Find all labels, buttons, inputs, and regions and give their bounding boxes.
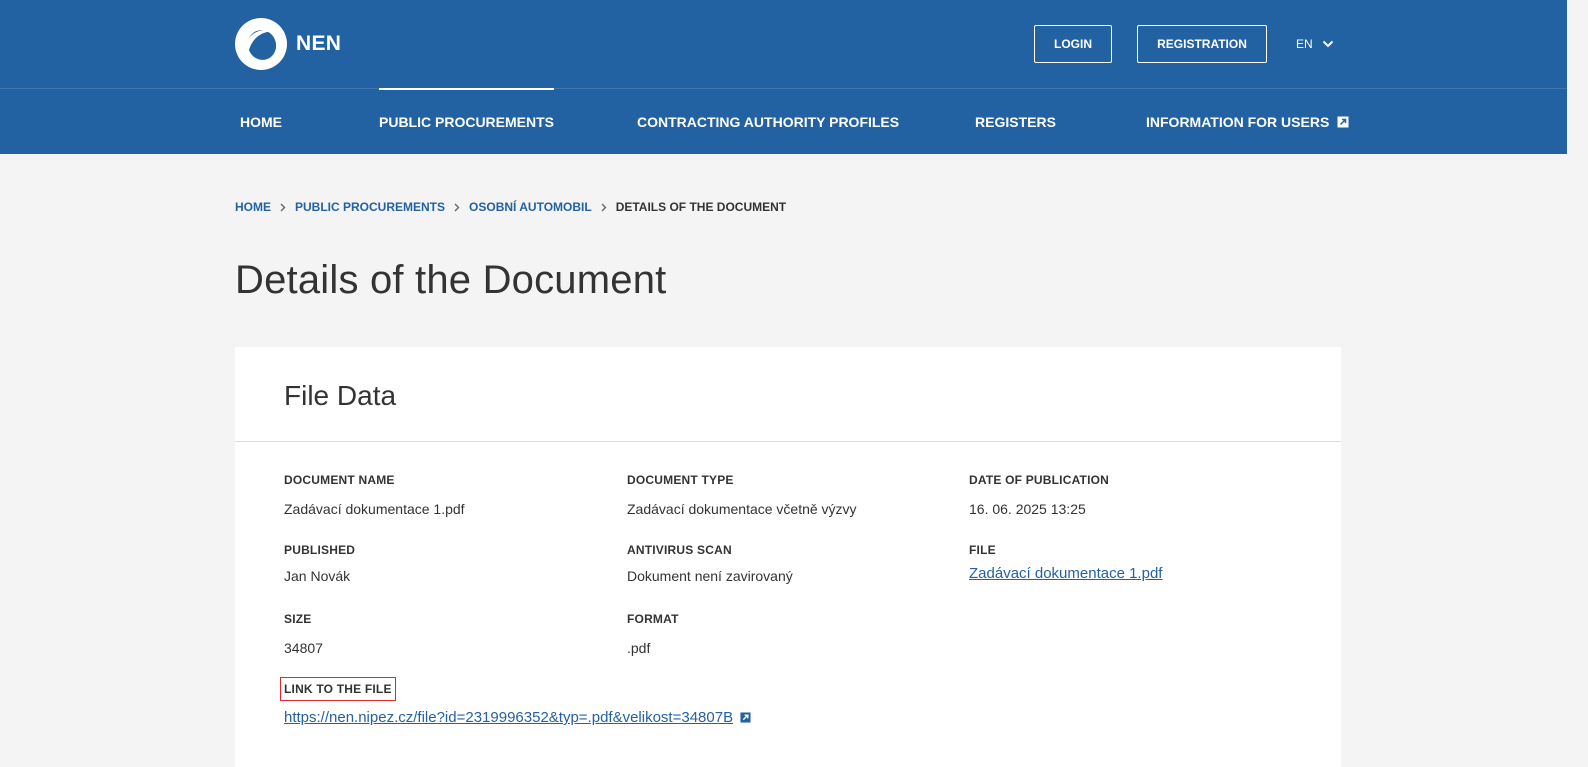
field-date-of-publication: DATE OF PUBLICATION 16. 06. 2025 13:25: [969, 473, 1109, 517]
breadcrumb-current: DETAILS OF THE DOCUMENT: [615, 200, 787, 214]
breadcrumb-osobni-automobil[interactable]: OSOBNÍ AUTOMOBIL: [469, 200, 592, 214]
nav-item-registers[interactable]: REGISTERS: [975, 89, 1056, 154]
breadcrumb: HOME PUBLIC PROCUREMENTS OSOBNÍ AUTOMOBI…: [235, 200, 786, 214]
top-bar: NEN LOGIN REGISTRATION EN: [0, 0, 1567, 89]
file-download-link[interactable]: Zadávací dokumentace 1.pdf: [969, 565, 1162, 582]
field-value: Dokument není zavirovaný: [627, 568, 793, 584]
file-url-text: https://nen.nipez.cz/file?id=2319996352&…: [284, 709, 734, 726]
field-label-highlighted: LINK TO THE FILE: [280, 677, 396, 701]
breadcrumb-public-procurements[interactable]: PUBLIC PROCUREMENTS: [295, 200, 445, 214]
field-value: Zadávací dokumentace včetně výzvy: [627, 501, 857, 517]
field-label: SIZE: [284, 612, 312, 626]
field-value: Zadávací dokumentace 1.pdf: [284, 501, 465, 517]
external-link-icon: [1337, 116, 1349, 127]
nav-item-information-for-users[interactable]: INFORMATION FOR USERS: [1146, 89, 1349, 154]
field-label: PUBLISHED: [284, 543, 356, 557]
field-value: 34807: [284, 640, 323, 656]
field-document-type: DOCUMENT TYPE Zadávací dokumentace včetn…: [627, 473, 857, 517]
field-label: DATE OF PUBLICATION: [969, 473, 1110, 487]
nen-logo[interactable]: NEN: [235, 18, 341, 70]
field-value: Jan Novák: [284, 568, 351, 584]
field-antivirus-scan: ANTIVIRUS SCAN Dokument není zavirovaný: [627, 543, 793, 584]
chevron-right-icon: [280, 203, 286, 212]
chevron-right-icon: [454, 203, 460, 212]
scrollbar-track[interactable]: [1567, 0, 1588, 745]
registration-button[interactable]: REGISTRATION: [1137, 25, 1267, 63]
main-nav: HOME PUBLIC PROCUREMENTS CONTRACTING AUT…: [0, 88, 1567, 154]
field-label: DOCUMENT TYPE: [627, 473, 734, 487]
field-label: DOCUMENT NAME: [284, 473, 395, 487]
field-file: FILE Zadávací dokumentace 1.pdf: [969, 543, 1162, 583]
nav-item-public-procurements[interactable]: PUBLIC PROCUREMENTS: [379, 88, 555, 154]
language-selector[interactable]: EN: [1296, 25, 1334, 63]
nav-item-home[interactable]: HOME: [240, 89, 282, 154]
field-published: PUBLISHED Jan Novák: [284, 543, 355, 584]
nav-item-contracting-authority-profiles[interactable]: CONTRACTING AUTHORITY PROFILES: [637, 89, 899, 154]
page-title: Details of the Document: [235, 258, 667, 302]
logo-text: NEN: [296, 32, 342, 55]
external-link-icon: [740, 712, 751, 723]
nav-item-label: INFORMATION FOR USERS: [1146, 113, 1330, 130]
breadcrumb-home[interactable]: HOME: [235, 200, 271, 214]
language-label: EN: [1296, 37, 1313, 51]
field-format: FORMAT .pdf: [627, 612, 679, 656]
nen-logo-icon: [235, 18, 287, 70]
field-document-name: DOCUMENT NAME Zadávací dokumentace 1.pdf: [284, 473, 465, 517]
field-label: FILE: [969, 543, 996, 557]
card-header: File Data: [235, 347, 1341, 442]
field-link-to-file: LINK TO THE FILE https://nen.nipez.cz/fi…: [280, 677, 751, 727]
login-button[interactable]: LOGIN: [1034, 25, 1112, 63]
field-value: .pdf: [627, 640, 651, 656]
chevron-down-icon: [1322, 40, 1333, 48]
card-title: File Data: [284, 380, 397, 411]
chevron-right-icon: [601, 203, 607, 212]
field-label: FORMAT: [627, 612, 679, 626]
site-header: NEN LOGIN REGISTRATION EN HOME PUBLIC PR…: [0, 0, 1567, 154]
field-size: SIZE 34807: [284, 612, 323, 656]
field-label: ANTIVIRUS SCAN: [627, 543, 732, 557]
file-data-card: File Data DOCUMENT NAME Zadávací dokumen…: [235, 347, 1341, 767]
field-value: 16. 06. 2025 13:25: [969, 501, 1086, 517]
file-url-link[interactable]: https://nen.nipez.cz/file?id=2319996352&…: [284, 709, 751, 726]
